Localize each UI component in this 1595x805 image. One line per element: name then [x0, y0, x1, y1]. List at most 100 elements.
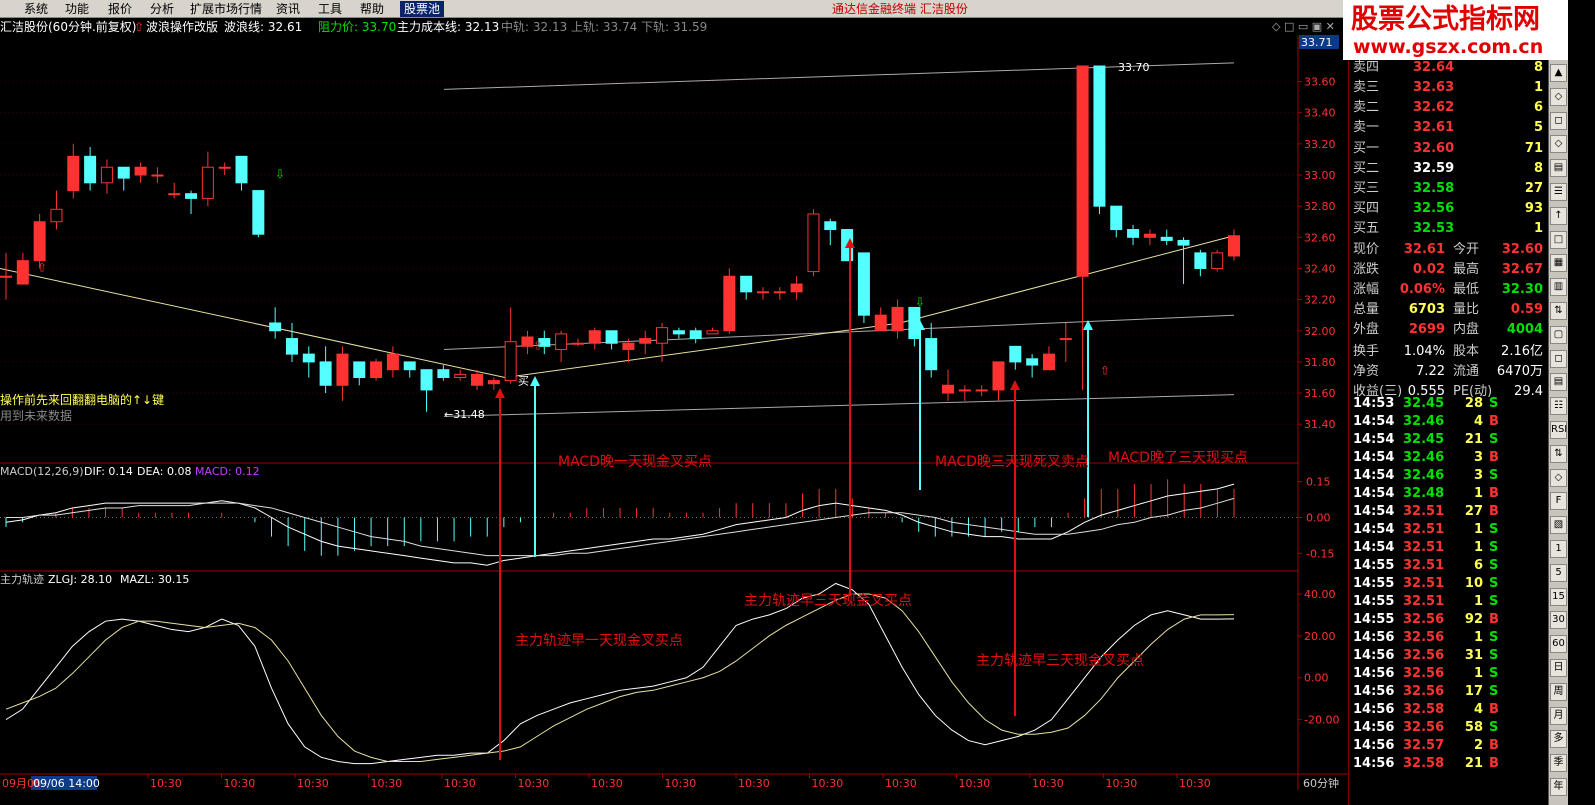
time-tick-label: 10:30 — [591, 777, 623, 790]
side-tab-button[interactable]: ◇ — [1550, 468, 1567, 487]
order-price: 32.59 — [1413, 161, 1455, 176]
zlgj-title: 主力轨迹 — [0, 572, 44, 586]
tick-row[interactable]: 14:54 32.46 3 B — [1349, 448, 1548, 466]
tick-row[interactable]: 14:55 32.51 6 S — [1349, 556, 1548, 574]
annotation-text: MACD晚三天现死叉卖点 — [935, 454, 1089, 470]
side-tab-button[interactable]: ◇ — [1550, 87, 1567, 106]
tick-row[interactable]: 14:54 32.46 3 S — [1349, 466, 1548, 484]
side-tab-button[interactable]: □ — [1550, 230, 1567, 249]
tick-row[interactable]: 14:54 32.46 4 B — [1349, 412, 1548, 430]
candle-down — [353, 361, 366, 378]
price-tick-label: 32.60 — [1304, 231, 1336, 244]
tick-volume: 27 — [1464, 504, 1483, 519]
side-tab-button[interactable]: 日 — [1550, 659, 1567, 677]
tick-row[interactable]: 14:56 32.56 1 S — [1349, 664, 1548, 682]
candle-up — [773, 291, 786, 294]
candle-up — [168, 193, 181, 196]
time-tick-label: 10:30 — [738, 777, 770, 790]
quote-stat-row[interactable]: 总量 6703 量比 0.59 — [1349, 300, 1548, 320]
order-book-row[interactable]: 买四 32.56 93 — [1349, 199, 1548, 219]
side-tab-button[interactable]: 多 — [1550, 730, 1567, 749]
macd-title: MACD(12,26,9) — [0, 465, 84, 478]
side-tab-button[interactable]: 月 — [1550, 706, 1567, 725]
order-book-row[interactable]: 买三 32.58 27 — [1349, 179, 1548, 199]
tick-row[interactable]: 14:55 32.51 10 S — [1349, 574, 1548, 592]
tick-time: 14:56 — [1353, 648, 1395, 663]
tick-price: 32.57 — [1403, 738, 1445, 753]
side-tab-button[interactable]: 60 — [1550, 635, 1567, 654]
stat-value: 6703 — [1408, 302, 1445, 317]
side-tab-button[interactable]: ☰ — [1550, 183, 1567, 201]
tick-side: S — [1489, 576, 1499, 591]
tick-row[interactable]: 14:54 32.51 1 S — [1349, 538, 1548, 556]
tick-row[interactable]: 14:54 32.45 21 S — [1349, 430, 1548, 448]
tick-row[interactable]: 14:56 32.57 2 B — [1349, 736, 1548, 754]
side-tab-button[interactable]: 年 — [1550, 778, 1567, 796]
side-tab-button[interactable]: ▤ — [1550, 373, 1567, 392]
side-tab-button[interactable]: ▲ — [1550, 64, 1567, 82]
quote-stat-row[interactable]: 净资 7.22 流通 6470万 — [1349, 362, 1548, 382]
side-tab-button[interactable]: ☷ — [1550, 397, 1567, 416]
candle-down — [1194, 252, 1207, 269]
candle-down — [185, 193, 198, 199]
order-level-label: 卖二 — [1353, 100, 1380, 115]
candle-up — [100, 166, 113, 184]
price-tick-label: 33.00 — [1304, 169, 1336, 182]
quote-stat-row[interactable]: 涨跌 0.02 最高 32.67 — [1349, 260, 1548, 280]
side-tab-button[interactable]: ▤ — [1550, 159, 1567, 178]
side-tab-button[interactable]: ▥ — [1550, 278, 1567, 297]
order-book-row[interactable]: 买五 32.53 1 — [1349, 219, 1548, 239]
side-tab-button[interactable]: ⇅ — [1550, 302, 1567, 320]
order-book-row[interactable]: 卖一 32.61 5 — [1349, 118, 1548, 138]
side-tab-button[interactable]: 30 — [1550, 611, 1567, 630]
side-tab-button[interactable]: 15 — [1550, 587, 1567, 606]
side-tab-button[interactable]: ◇ — [1550, 135, 1567, 154]
tick-row[interactable]: 14:56 32.56 1 S — [1349, 628, 1548, 646]
stat-label: 最低 — [1453, 282, 1480, 297]
tick-row[interactable]: 14:54 32.51 27 B — [1349, 502, 1548, 520]
side-tab-button[interactable]: 5 — [1550, 563, 1567, 582]
candle-up — [622, 342, 635, 350]
trading-terminal: 系统 功能 报价 分析 扩展市场行情 资讯 工具 帮助 股票池 通达信金融终端 … — [0, 0, 1595, 805]
order-price: 32.58 — [1413, 181, 1455, 196]
price-chart[interactable]: 33.60 33.40 33.20 33.00 32.80 32.60 32.40 32.20… — [0, 0, 1348, 805]
quote-stat-row[interactable]: 现价 32.61 今开 32.60 — [1349, 240, 1548, 260]
tick-side: S — [1489, 396, 1499, 411]
tick-row[interactable]: 14:55 32.51 1 S — [1349, 592, 1548, 610]
tick-row[interactable]: 14:53 32.45 28 S — [1349, 394, 1548, 412]
order-book-row[interactable]: 买一 32.60 71 — [1349, 139, 1548, 159]
side-tab-button[interactable]: ▦ — [1550, 254, 1567, 273]
tick-row[interactable]: 14:56 32.58 21 B — [1349, 754, 1548, 772]
side-tab-button[interactable]: ◻ — [1550, 349, 1567, 368]
candle-up — [706, 330, 719, 335]
tick-row[interactable]: 14:56 32.58 4 B — [1349, 700, 1548, 718]
quote-stat-row[interactable]: 外盘 2699 内盘 4004 — [1349, 320, 1548, 340]
tick-row[interactable]: 14:55 32.56 92 B — [1349, 610, 1548, 628]
tick-row[interactable]: 14:56 32.56 31 S — [1349, 646, 1548, 664]
tick-row[interactable]: 14:56 32.56 17 S — [1349, 682, 1548, 700]
time-tick-label: 10:30 — [959, 777, 991, 790]
quote-stat-row[interactable]: 换手 1.04% 股本 2.16亿 — [1349, 342, 1548, 362]
side-tab-button[interactable]: ⇅ — [1550, 444, 1567, 463]
side-tab-button[interactable]: F — [1550, 492, 1567, 511]
tick-side: B — [1489, 756, 1499, 771]
side-tab-button[interactable]: ▢ — [1550, 325, 1567, 344]
tick-row[interactable]: 14:54 32.48 1 B — [1349, 484, 1548, 502]
side-tab-button[interactable]: 周 — [1550, 682, 1567, 701]
tick-volume: 1 — [1473, 522, 1483, 537]
tick-row[interactable]: 14:56 32.56 58 S — [1349, 718, 1548, 736]
quote-stat-row[interactable]: 涨幅 0.06% 最低 32.30 — [1349, 280, 1548, 300]
side-tab-button[interactable]: ▧ — [1550, 516, 1567, 535]
side-tab-button[interactable]: ◻ — [1550, 111, 1567, 130]
order-book-row[interactable]: 卖二 32.62 6 — [1349, 98, 1548, 118]
order-book-row[interactable]: 卖四 32.64 8 — [1349, 58, 1548, 78]
side-tab-button[interactable]: 季 — [1550, 754, 1567, 773]
side-tab-button[interactable]: ↑ — [1550, 206, 1567, 225]
order-book-row[interactable]: 买二 32.59 8 — [1349, 159, 1548, 179]
side-tab-button[interactable]: 1 — [1550, 540, 1567, 558]
candle-up — [891, 306, 904, 332]
stat-value: 2699 — [1408, 322, 1445, 337]
tick-row[interactable]: 14:54 32.51 1 S — [1349, 520, 1548, 538]
order-book-row[interactable]: 卖三 32.63 1 — [1349, 78, 1548, 98]
side-tab-button[interactable]: RSI — [1550, 421, 1567, 439]
